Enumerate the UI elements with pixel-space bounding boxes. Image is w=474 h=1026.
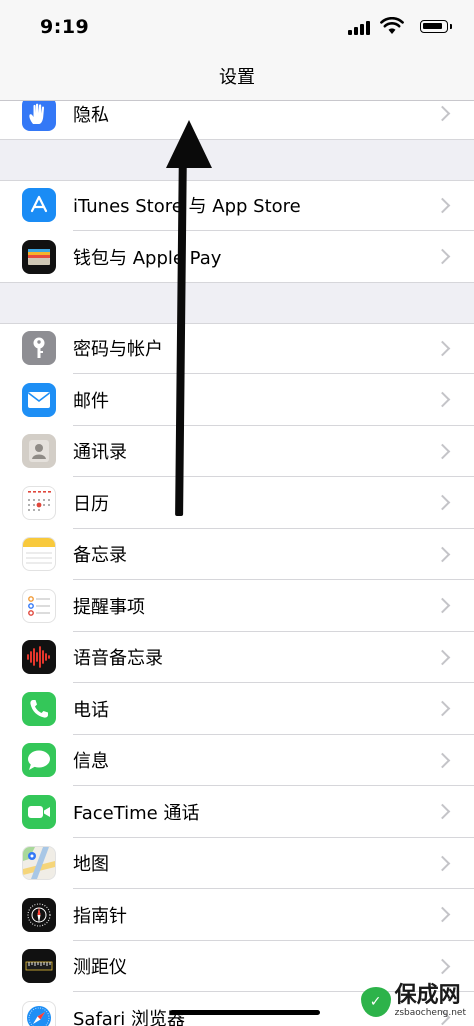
settings-row-compass[interactable]: 指南针	[0, 889, 474, 941]
section-gap	[0, 139, 474, 180]
chevron-right-icon	[434, 443, 451, 460]
settings-row-notes[interactable]: 备忘录	[0, 528, 474, 580]
settings-row-label: 邮件	[73, 390, 109, 412]
watermark-url: zsbaocheng.net	[394, 1008, 466, 1018]
settings-row-messages[interactable]: 信息	[0, 734, 474, 786]
status-time: 9:19	[40, 16, 90, 38]
watermark-brand: 保成网	[394, 983, 461, 1008]
settings-row-contacts[interactable]: 通讯录	[0, 425, 474, 477]
chevron-right-icon	[434, 752, 451, 769]
settings-row-facetime[interactable]: FaceTime 通话	[0, 786, 474, 838]
voice-memos-icon	[22, 640, 56, 675]
settings-row-label: FaceTime 通话	[73, 802, 200, 824]
calendar-icon	[22, 485, 56, 520]
contacts-icon	[22, 434, 56, 469]
chevron-right-icon	[434, 546, 451, 563]
chevron-right-icon	[434, 248, 451, 265]
chevron-right-icon	[434, 906, 451, 923]
settings-row-label: Safari 浏览器	[73, 1008, 185, 1026]
chevron-right-icon	[434, 197, 451, 214]
chevron-right-icon	[434, 855, 451, 872]
settings-row-voice-memos[interactable]: 语音备忘录	[0, 631, 474, 683]
wifi-icon	[380, 17, 404, 34]
chevron-right-icon	[434, 700, 451, 717]
app-store-icon	[22, 188, 56, 223]
battery-icon	[420, 20, 452, 33]
section-gap	[0, 282, 474, 323]
chevron-right-icon	[434, 649, 451, 666]
settings-row-mail[interactable]: 邮件	[0, 374, 474, 426]
settings-row-label: 日历	[73, 493, 109, 515]
settings-row-passwords[interactable]: 密码与帐户	[0, 322, 474, 374]
settings-row-label: 密码与帐户	[73, 339, 163, 361]
settings-row-label: 语音备忘录	[73, 648, 163, 670]
wallet-icon	[22, 239, 56, 274]
chevron-right-icon	[434, 597, 451, 614]
maps-icon	[22, 846, 56, 881]
settings-row-label: 信息	[73, 751, 109, 773]
settings-row-label: 电话	[73, 699, 109, 721]
settings-row-label: 提醒事项	[73, 596, 145, 618]
phone-icon	[22, 691, 56, 726]
watermark: ✓ 保成网 zsbaocheng.net	[360, 983, 466, 1018]
settings-row-label: 指南针	[73, 905, 127, 927]
settings-row-label: iTunes Store 与 App Store	[73, 196, 301, 218]
chevron-right-icon	[434, 803, 451, 820]
settings-row-label: 地图	[73, 854, 109, 876]
safari-icon	[22, 1000, 56, 1026]
chevron-right-icon	[434, 105, 451, 122]
settings-row-label: 备忘录	[73, 545, 127, 567]
mail-icon	[22, 382, 56, 417]
settings-row-app-store[interactable]: iTunes Store 与 App Store	[0, 179, 474, 231]
settings-screen: 9:19 设置 隐私 iTunes Store 与 App Store 钱包与 …	[0, 0, 474, 1026]
chevron-right-icon	[434, 391, 451, 408]
messages-icon	[22, 743, 56, 778]
home-indicator[interactable]	[170, 1010, 320, 1015]
settings-list[interactable]: 隐私 iTunes Store 与 App Store 钱包与 Apple Pa…	[0, 88, 474, 1026]
settings-row-label: 测距仪	[73, 957, 127, 979]
hand-icon	[22, 96, 56, 131]
navigation-bar: 9:19 设置	[0, 0, 474, 101]
cellular-signal-icon	[348, 19, 370, 35]
settings-row-label: 隐私	[73, 104, 109, 126]
measure-icon	[22, 949, 56, 984]
notes-icon	[22, 537, 56, 572]
settings-row-maps[interactable]: 地图	[0, 837, 474, 889]
reminders-icon	[22, 588, 56, 623]
settings-row-label: 钱包与 Apple Pay	[73, 247, 222, 269]
settings-row-reminders[interactable]: 提醒事项	[0, 580, 474, 632]
chevron-right-icon	[434, 958, 451, 975]
page-title: 设置	[219, 67, 255, 88]
settings-row-calendar[interactable]: 日历	[0, 477, 474, 529]
key-icon	[22, 331, 56, 366]
settings-row-phone[interactable]: 电话	[0, 683, 474, 735]
facetime-icon	[22, 794, 56, 829]
watermark-shield-icon: ✓	[360, 986, 391, 1017]
chevron-right-icon	[434, 340, 451, 357]
scroll-up-arrow-icon	[166, 120, 212, 168]
chevron-right-icon	[434, 494, 451, 511]
settings-row-label: 通讯录	[73, 442, 127, 464]
compass-icon	[22, 897, 56, 932]
settings-row-wallet[interactable]: 钱包与 Apple Pay	[0, 231, 474, 283]
